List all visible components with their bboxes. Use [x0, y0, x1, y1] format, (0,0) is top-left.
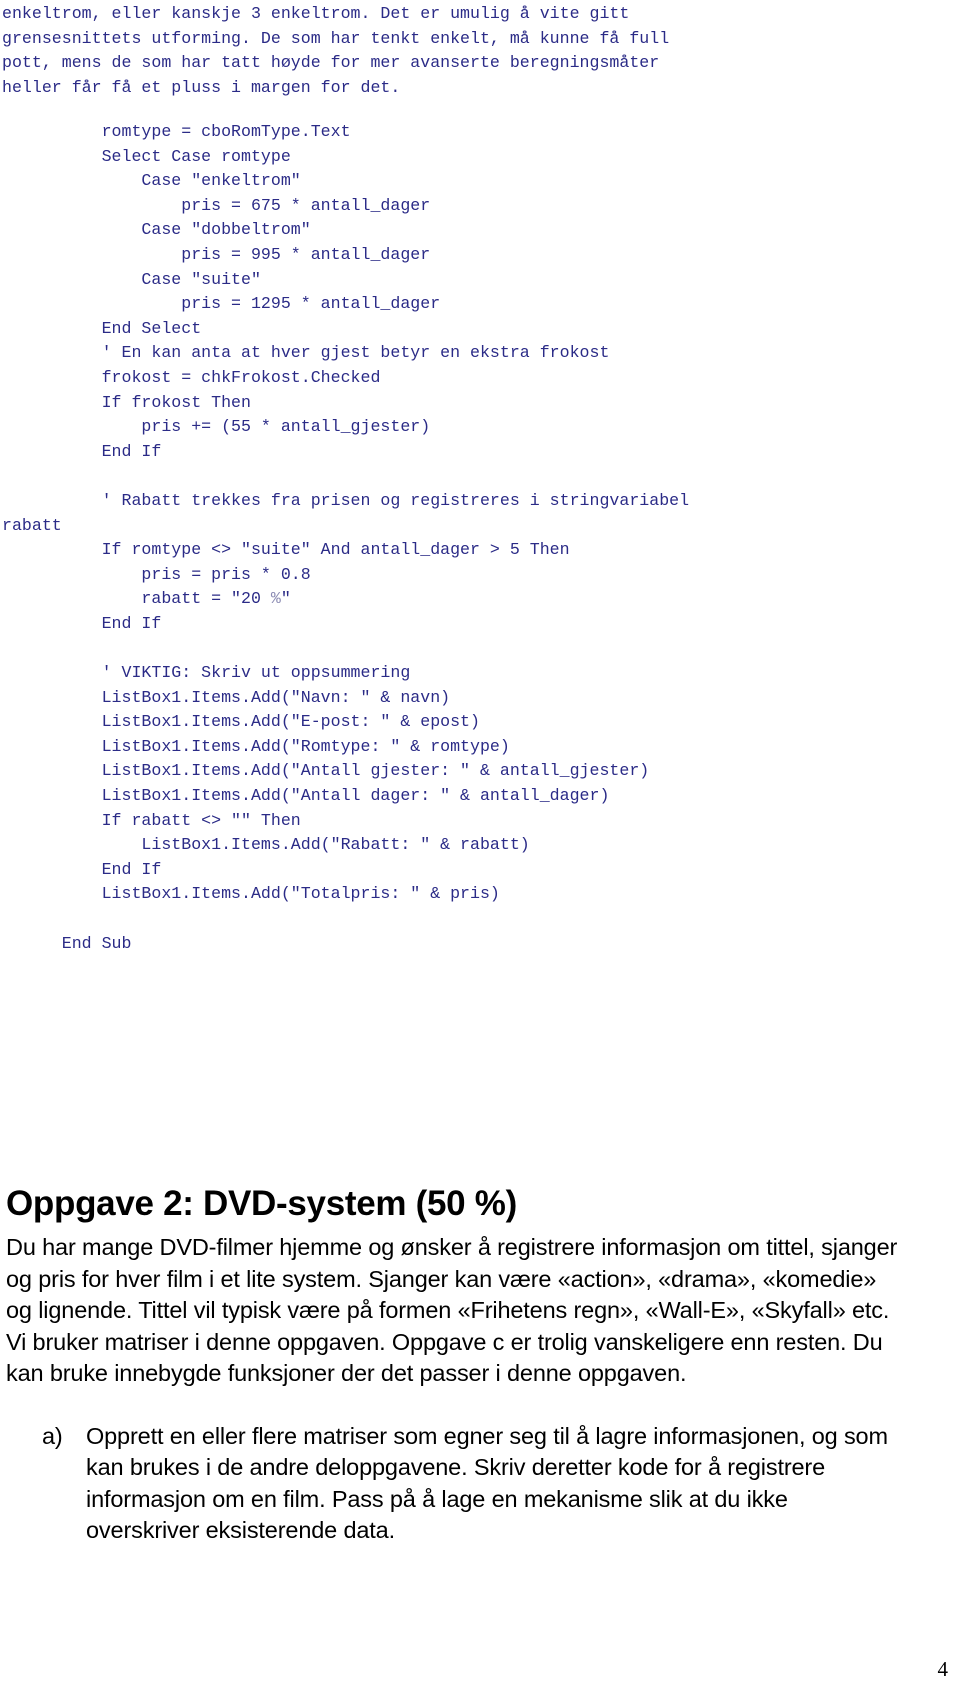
- code-line: ListBox1.Items.Add("Antall gjester: " & …: [2, 761, 650, 781]
- code-line: rabatt: [2, 515, 62, 535]
- code-line: End If: [2, 441, 162, 461]
- code-line: If frokost Then: [2, 392, 251, 412]
- intro-line: grensesnittets utforming. De som har ten…: [2, 28, 670, 48]
- code-line: pris = 1295 * antall_dager: [2, 294, 441, 314]
- intro-line: pott, mens de som har tatt høyde for mer…: [2, 53, 660, 73]
- code-line: ListBox1.Items.Add("Totalpris: " & pris): [2, 884, 500, 904]
- code-line: End If: [2, 613, 162, 633]
- intro-line: enkeltrom, eller kanskje 3 enkeltrom. De…: [2, 4, 630, 23]
- code-listing: romtype = cboRomType.Text Select Case ro…: [2, 120, 960, 956]
- code-line: ListBox1.Items.Add("Navn: " & navn): [2, 687, 451, 707]
- code-line: If romtype <> "suite" And antall_dager >…: [2, 540, 570, 560]
- task-list-item: a) Opprett en eller flere matriser som eg…: [6, 1421, 906, 1547]
- code-line: End Sub: [2, 933, 132, 953]
- code-line: Case "dobbeltrom": [2, 220, 311, 240]
- code-line: Case "enkeltrom": [2, 171, 301, 191]
- code-line: rabatt = "20 %": [2, 589, 291, 609]
- code-line: End If: [2, 859, 162, 879]
- intro-paragraph: enkeltrom, eller kanskje 3 enkeltrom. De…: [2, 2, 960, 100]
- code-line: romtype = cboRomType.Text: [2, 122, 351, 141]
- code-line: ListBox1.Items.Add("Romtype: " & romtype…: [2, 736, 510, 756]
- code-line: ListBox1.Items.Add("Antall dager: " & an…: [2, 786, 610, 806]
- task-section: Oppgave 2: DVD-system (50 %) Du har mang…: [6, 1182, 906, 1547]
- task-item-marker: a): [42, 1422, 63, 1449]
- code-line: End Select: [2, 318, 202, 338]
- task-intro-paragraph: Du har mange DVD-filmer hjemme og ønsker…: [6, 1234, 898, 1386]
- code-line: pris += (55 * antall_gjester): [2, 417, 431, 437]
- code-line: Case "suite": [2, 269, 261, 289]
- task-heading: Oppgave 2: DVD-system (50 %): [6, 1184, 517, 1223]
- code-line: ' Rabatt trekkes fra prisen og registrer…: [2, 490, 690, 510]
- code-line: ' En kan anta at hver gjest betyr en eks…: [2, 343, 610, 363]
- task-item-text: Opprett en eller flere matriser som egne…: [86, 1422, 888, 1544]
- code-line: pris = 675 * antall_dager: [2, 195, 431, 215]
- page-number: 4: [937, 1657, 949, 1681]
- code-line: Select Case romtype: [2, 146, 291, 166]
- faded-percent-glyph: %: [270, 589, 281, 609]
- code-line: pris = pris * 0.8: [2, 564, 311, 584]
- code-line: ' VIKTIG: Skriv ut oppsummering: [2, 663, 411, 683]
- code-line: pris = 995 * antall_dager: [2, 244, 431, 264]
- code-line: frokost = chkFrokost.Checked: [2, 367, 381, 387]
- code-line: If rabatt <> "" Then: [2, 810, 301, 830]
- code-line: ListBox1.Items.Add("E-post: " & epost): [2, 712, 480, 732]
- code-line: ListBox1.Items.Add("Rabatt: " & rabatt): [2, 835, 530, 855]
- intro-line: heller får få et pluss i margen for det.: [2, 77, 401, 97]
- task-subtask-list: a) Opprett en eller flere matriser som eg…: [6, 1421, 906, 1547]
